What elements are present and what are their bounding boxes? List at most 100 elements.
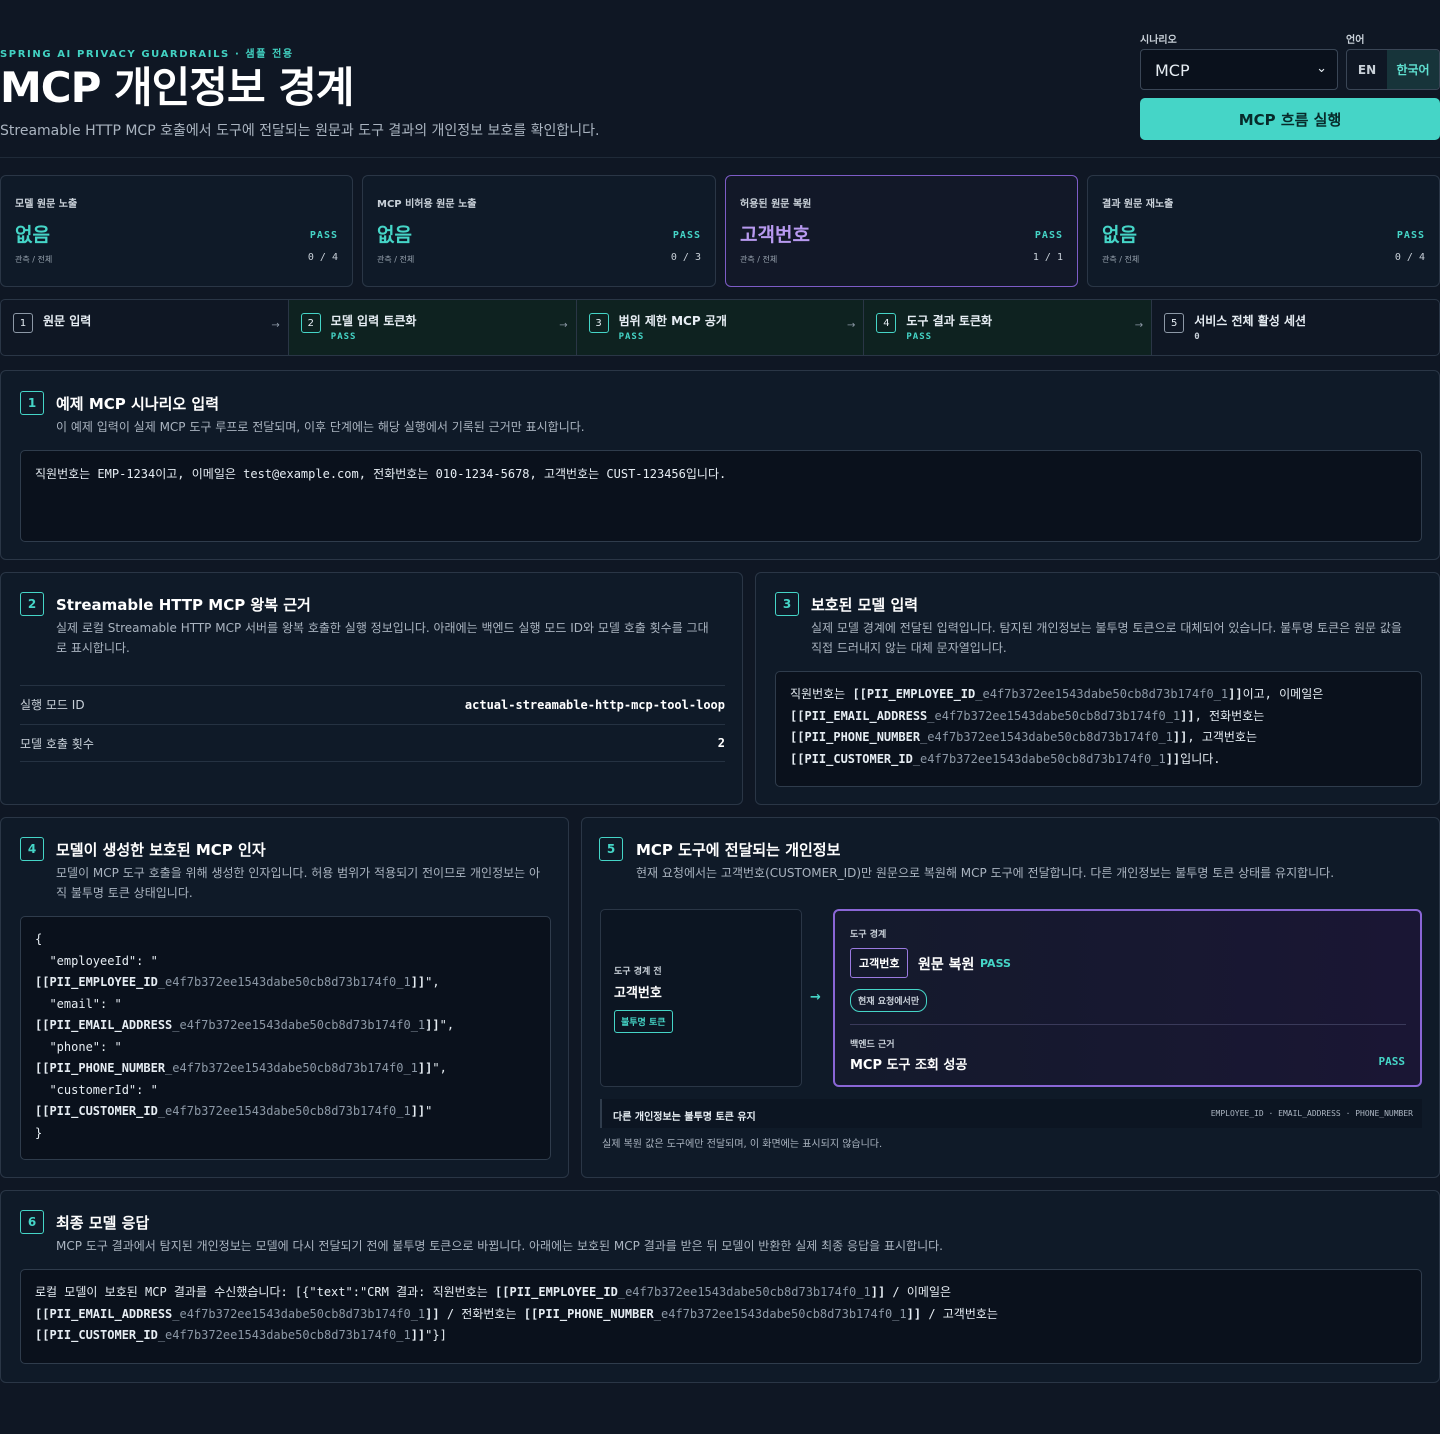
scenario-input-field[interactable]: 직원번호는 EMP-1234이고, 이메일은 test@example.com,… bbox=[20, 450, 1422, 542]
restore-note: 실제 복원 값은 도구에만 전달되며, 이 화면에는 표시되지 않습니다. bbox=[602, 1139, 883, 1150]
arrow-right-icon: → bbox=[810, 990, 821, 1005]
protected-input-text: 직원번호는 [[PII_EMPLOYEE_ID_e4f7b372ee1543da… bbox=[790, 684, 1407, 770]
arrow-right-icon: → bbox=[1134, 320, 1144, 331]
metric-card-model-exposure: 모델 원문 노출 없음 PASS 관측 / 전체 0 / 4 bbox=[0, 175, 353, 287]
scenario-select[interactable]: MCP ⌄ bbox=[1140, 49, 1338, 90]
metric-status: PASS bbox=[1396, 230, 1425, 241]
lang-ko-button[interactable]: 한국어 bbox=[1387, 50, 1439, 89]
metric-ratio: 1 / 1 bbox=[1032, 252, 1063, 263]
step-scoped-mcp[interactable]: 3 범위 제한 MCP 공개 PASS → bbox=[576, 300, 865, 355]
token: [[PII_PHONE_NUMBER bbox=[523, 1306, 654, 1321]
token-hash: _e4f7b372ee1543dabe50cb8d73b174f0_1 bbox=[165, 1061, 418, 1075]
token: [[PII_EMAIL_ADDRESS bbox=[35, 1306, 173, 1321]
text-segment: " bbox=[425, 1104, 433, 1118]
token: ]] bbox=[417, 1061, 433, 1075]
metric-value: 고객번호 bbox=[740, 224, 810, 246]
token-hash: _e4f7b372ee1543dabe50cb8d73b174f0_1 bbox=[157, 975, 411, 989]
arrow-right-icon: → bbox=[559, 320, 568, 331]
panel-final-response: 6 최종 모델 응답 MCP 도구 결과에서 탐지된 개인정보는 모델에 다시 … bbox=[0, 1190, 1440, 1383]
metric-ratio-label: 관측 / 전체 bbox=[1102, 255, 1140, 264]
lang-en-button[interactable]: EN bbox=[1347, 50, 1387, 89]
text-segment: ", bbox=[432, 1061, 447, 1075]
token: ]] bbox=[870, 1285, 886, 1299]
metric-ratio: 0 / 4 bbox=[307, 252, 338, 263]
step-raw-input[interactable]: 1 원문 입력 → bbox=[1, 300, 289, 355]
token: ]] bbox=[410, 1328, 426, 1342]
pipeline-steps: 1 원문 입력 → 2 모델 입력 토큰화 PASS → 3 범위 제한 MCP… bbox=[0, 299, 1440, 356]
text-segment: 직원번호는 bbox=[790, 687, 853, 701]
token-hash: _e4f7b372ee1543dabe50cb8d73b174f0_1 bbox=[617, 1285, 871, 1299]
token: [[PII_CUSTOMER_ID bbox=[35, 1104, 158, 1118]
step-label: 모델 입력 토큰화 bbox=[330, 314, 417, 328]
panel-title: Streamable HTTP MCP 왕복 근거 bbox=[56, 596, 311, 614]
metric-card-mcp-exposure: MCP 비허용 원문 노출 없음 PASS 관측 / 전체 0 / 3 bbox=[362, 175, 716, 287]
panel-description: 현재 요청에서는 고객번호(CUSTOMER_ID)만 원문으로 복원해 MCP… bbox=[636, 866, 1335, 880]
restore-status: PASS bbox=[980, 957, 1011, 970]
backend-value: MCP 도구 조회 성공 bbox=[850, 1058, 968, 1073]
language-label: 언어 bbox=[1346, 35, 1365, 46]
panel-description: 이 예제 입력이 실제 MCP 도구 루프로 전달되며, 이후 단계에는 해당 … bbox=[56, 420, 585, 434]
keep-tokens-label: 다른 개인정보는 불투명 토큰 유지 bbox=[613, 1112, 756, 1123]
panel-title: 보호된 모델 입력 bbox=[811, 596, 919, 614]
text-segment: / 이메일은 bbox=[885, 1285, 952, 1299]
panel-title: 예제 MCP 시나리오 입력 bbox=[56, 395, 219, 413]
panel-number: 1 bbox=[20, 391, 44, 415]
panel-description-line: 실제 모델 경계에 전달된 입력입니다. 탐지된 개인정보는 불투명 토큰으로 … bbox=[811, 621, 1402, 635]
text-segment: , 고객번호는 bbox=[1187, 730, 1258, 744]
token: [[PII_PHONE_NUMBER bbox=[790, 730, 921, 744]
kv-value: actual-streamable-http-mcp-tool-loop bbox=[464, 697, 725, 712]
text-segment: / 고객번호는 bbox=[921, 1306, 998, 1321]
panel-description-line: 직 불투명 토큰 상태입니다. bbox=[56, 886, 193, 900]
panel-mcp-roundtrip: 2 Streamable HTTP MCP 왕복 근거 실제 로컬 Stream… bbox=[0, 572, 743, 805]
run-flow-button[interactable]: MCP 흐름 실행 bbox=[1140, 98, 1440, 140]
panel-title: 모델이 생성한 보호된 MCP 인자 bbox=[56, 841, 266, 859]
panel-description-line: 모델이 MCP 도구 호출을 위해 생성한 인자입니다. 허용 범위가 적용되기… bbox=[56, 866, 541, 880]
metric-ratio-label: 관측 / 전체 bbox=[740, 255, 778, 264]
token-hash: _e4f7b372ee1543dabe50cb8d73b174f0_1 bbox=[927, 708, 1181, 723]
step-status: PASS bbox=[330, 332, 357, 342]
metric-ratio-label: 관측 / 전체 bbox=[377, 255, 415, 264]
kv-value: 2 bbox=[717, 736, 725, 750]
restore-label: 원문 복원 bbox=[918, 957, 975, 973]
step-label: 서비스 전체 활성 세션 bbox=[1194, 314, 1307, 328]
scope-pill: 현재 요청에서만 bbox=[850, 989, 928, 1012]
step-number: 3 bbox=[588, 313, 609, 333]
kv-row-call-count: 모델 호출 횟수 2 bbox=[20, 724, 725, 762]
token-hash: _e4f7b372ee1543dabe50cb8d73b174f0_1 bbox=[920, 730, 1173, 744]
keep-tokens-row: 다른 개인정보는 불투명 토큰 유지 EMPLOYEE_ID · EMAIL_A… bbox=[600, 1099, 1422, 1128]
token: [[PII_EMAIL_ADDRESS bbox=[35, 1018, 173, 1032]
panel-scenario-input: 1 예제 MCP 시나리오 입력 이 예제 입력이 실제 MCP 도구 루프로 … bbox=[0, 370, 1440, 560]
token: [[PII_EMPLOYEE_ID bbox=[495, 1285, 618, 1299]
panel-mcp-pii-delivery: 5 MCP 도구에 전달되는 개인정보 현재 요청에서는 고객번호(CUSTOM… bbox=[581, 817, 1440, 1178]
panel-title: 최종 모델 응답 bbox=[56, 1214, 150, 1232]
mcp-args-box: { "employeeId": " [[PII_EMPLOYEE_ID_e4f7… bbox=[20, 916, 551, 1160]
text-segment: "}] bbox=[425, 1328, 447, 1342]
before-boundary-label: 도구 경계 전 bbox=[614, 967, 662, 977]
token: ]] bbox=[425, 1306, 440, 1321]
json-key: "email": " bbox=[35, 996, 122, 1011]
step-model-input-tokenize[interactable]: 2 모델 입력 토큰화 PASS → bbox=[288, 300, 577, 355]
panel-number: 3 bbox=[775, 592, 799, 616]
opaque-token-chip: 불투명 토큰 bbox=[614, 1010, 673, 1033]
final-response-text: 로컬 모델이 보호된 MCP 결과를 수신했습니다: [{"text":"CRM… bbox=[35, 1282, 1407, 1347]
panel-description-line: 실제 로컬 Streamable HTTP MCP 서버를 왕복 호출한 실행 … bbox=[56, 621, 709, 635]
token: [[PII_EMPLOYEE_ID bbox=[35, 975, 158, 989]
text-segment: ", bbox=[425, 975, 440, 989]
token: [[PII_CUSTOMER_ID bbox=[35, 1328, 158, 1342]
scenario-value: MCP bbox=[1155, 61, 1190, 80]
panel-description: 모델이 MCP 도구 호출을 위해 생성한 인자입니다. 허용 범위가 적용되기… bbox=[56, 863, 540, 903]
token: ]] bbox=[1165, 751, 1181, 766]
step-tool-result-tokenize[interactable]: 4 도구 결과 토큰화 PASS → bbox=[864, 300, 1153, 355]
metric-title: MCP 비허용 원문 노출 bbox=[377, 199, 477, 210]
panel-number: 6 bbox=[20, 1210, 44, 1234]
tool-boundary-card: 도구 경계 고객번호 원문 복원 PASS 현재 요청에서만 백엔드 근거 MC… bbox=[833, 909, 1422, 1087]
step-active-sessions[interactable]: 5 서비스 전체 활성 세션 0 bbox=[1152, 300, 1439, 355]
scenario-label: 시나리오 bbox=[1140, 35, 1177, 46]
customer-id-chip: 고객번호 bbox=[850, 948, 909, 978]
text-segment: 로컬 모델이 보호된 MCP 결과를 수신했습니다: [{"text":"CRM… bbox=[35, 1285, 496, 1299]
final-response-box: 로컬 모델이 보호된 MCP 결과를 수신했습니다: [{"text":"CRM… bbox=[20, 1269, 1422, 1364]
panel-description-line: 직접 드러내지 않는 대체 문자열입니다. bbox=[811, 641, 1007, 655]
step-status: 0 bbox=[1194, 332, 1201, 342]
token-hash: _e4f7b372ee1543dabe50cb8d73b174f0_1 bbox=[172, 1306, 426, 1321]
metric-card-result-reexposure: 결과 원문 재노출 없음 PASS 관측 / 전체 0 / 4 bbox=[1087, 175, 1440, 287]
